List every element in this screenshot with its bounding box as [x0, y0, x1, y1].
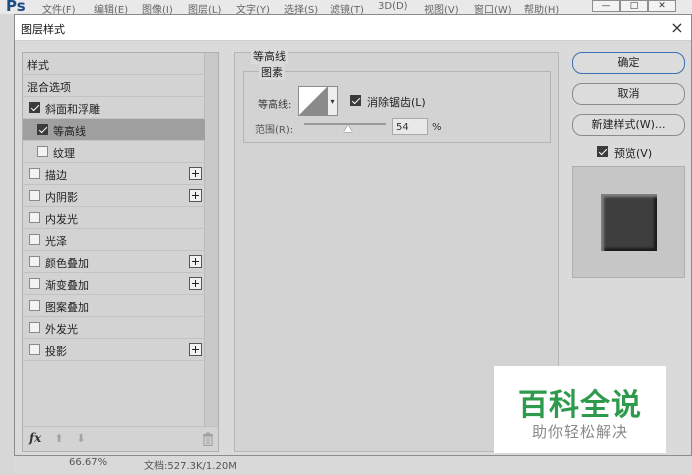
style-item-stroke[interactable]: 描边 — [23, 163, 205, 185]
range-slider-thumb[interactable] — [344, 125, 353, 132]
menu-image[interactable]: 图像(I) — [142, 1, 173, 14]
style-item-inner-glow[interactable]: 内发光 — [23, 207, 205, 229]
inner-shadow-checkbox[interactable] — [29, 190, 40, 201]
style-item-drop-shadow[interactable]: 投影 — [23, 339, 205, 361]
anti-alias-checkbox[interactable] — [350, 95, 361, 106]
add-stroke-button[interactable] — [189, 167, 202, 180]
gradient-overlay-checkbox[interactable] — [29, 278, 40, 289]
color-overlay-checkbox[interactable] — [29, 256, 40, 267]
styles-header[interactable]: 样式 — [23, 53, 205, 75]
blending-options-label: 混合选项 — [27, 81, 71, 94]
menu-select[interactable]: 选择(S) — [284, 1, 318, 14]
move-down-icon[interactable]: ⬇ — [75, 433, 87, 445]
move-up-icon[interactable]: ⬆ — [53, 433, 65, 445]
style-item-inner-shadow[interactable]: 内阴影 — [23, 185, 205, 207]
inner-glow-checkbox[interactable] — [29, 212, 40, 223]
minimize-icon[interactable]: — — [592, 0, 620, 12]
app-close-icon[interactable]: ✕ — [648, 0, 676, 12]
add-drop-shadow-button[interactable] — [189, 343, 202, 356]
style-item-label: 投影 — [45, 345, 67, 358]
style-item-texture[interactable]: 纹理 — [23, 141, 205, 163]
menu-bar: Ps 文件(F) 编辑(E) 图像(I) 图层(L) 文字(Y) 选择(S) 滤… — [0, 0, 692, 14]
pattern-overlay-checkbox[interactable] — [29, 300, 40, 311]
bevel-emboss-checkbox[interactable] — [29, 102, 40, 113]
menu-view[interactable]: 视图(V) — [424, 1, 459, 14]
watermark-subtitle: 助你轻松解决 — [531, 423, 628, 441]
dialog-title: 图层样式 — [21, 23, 65, 36]
outer-glow-checkbox[interactable] — [29, 322, 40, 333]
fx-icon[interactable]: fx — [29, 431, 41, 445]
style-item-label: 图案叠加 — [45, 301, 89, 314]
style-item-label: 内阴影 — [45, 191, 78, 204]
style-item-gradient-overlay[interactable]: 渐变叠加 — [23, 273, 205, 295]
menu-edit[interactable]: 编辑(E) — [94, 1, 128, 14]
drop-shadow-checkbox[interactable] — [29, 344, 40, 355]
menu-type[interactable]: 文字(Y) — [236, 1, 270, 14]
range-input[interactable] — [392, 118, 428, 135]
add-color-overlay-button[interactable] — [189, 255, 202, 268]
styles-list-panel: 样式 混合选项 斜面和浮雕 等高线 纹理 描边 内阴影 内发光 光泽 颜色叠加 — [22, 52, 219, 452]
contour-checkbox[interactable] — [37, 124, 48, 135]
menu-filter[interactable]: 滤镜(T) — [330, 1, 364, 14]
preview-checkbox[interactable] — [597, 146, 608, 157]
cancel-button[interactable]: 取消 — [572, 83, 685, 105]
style-item-color-overlay[interactable]: 颜色叠加 — [23, 251, 205, 273]
stroke-checkbox[interactable] — [29, 168, 40, 179]
contour-dropdown-button[interactable]: ▾ — [328, 86, 338, 116]
document-info: 文档:527.3K/1.20M — [144, 461, 237, 472]
blending-options-item[interactable]: 混合选项 — [23, 75, 205, 97]
zoom-level: 66.67% — [69, 457, 108, 468]
close-icon[interactable]: × — [667, 18, 687, 38]
watermark-title: 百科全说 — [518, 388, 642, 423]
ok-button[interactable]: 确定 — [572, 52, 685, 74]
style-item-satin[interactable]: 光泽 — [23, 229, 205, 251]
dialog-title-bar[interactable]: 图层样式 × — [15, 15, 691, 41]
contour-preview-picker[interactable] — [298, 86, 328, 116]
toolbar-strip — [0, 14, 14, 475]
range-unit: % — [432, 122, 442, 133]
style-item-label: 等高线 — [53, 125, 86, 138]
watermark: 百科全说 助你轻松解决 — [494, 366, 666, 453]
anti-alias-label: 消除锯齿(L) — [367, 96, 426, 109]
menu-layer[interactable]: 图层(L) — [188, 1, 221, 14]
list-scrollbar[interactable] — [204, 53, 218, 426]
style-item-label: 纹理 — [53, 147, 75, 160]
menu-file[interactable]: 文件(F) — [42, 1, 76, 14]
style-item-label: 颜色叠加 — [45, 257, 89, 270]
preview-label: 预览(V) — [614, 147, 653, 160]
texture-checkbox[interactable] — [37, 146, 48, 157]
contour-curve-icon — [299, 87, 327, 115]
add-inner-shadow-button[interactable] — [189, 189, 202, 202]
menu-window[interactable]: 窗口(W) — [474, 1, 512, 14]
menu-help[interactable]: 帮助(H) — [524, 1, 559, 14]
section-title: 等高线 — [251, 48, 288, 64]
satin-checkbox[interactable] — [29, 234, 40, 245]
style-item-bevel-emboss[interactable]: 斜面和浮雕 — [23, 97, 205, 119]
style-preview-swatch — [601, 194, 657, 251]
maximize-icon[interactable]: □ — [620, 0, 648, 12]
trash-icon[interactable] — [202, 432, 214, 446]
menu-3d[interactable]: 3D(D) — [378, 1, 408, 12]
style-item-label: 外发光 — [45, 323, 78, 336]
add-gradient-overlay-button[interactable] — [189, 277, 202, 290]
style-item-label: 渐变叠加 — [45, 279, 89, 292]
style-item-pattern-overlay[interactable]: 图案叠加 — [23, 295, 205, 317]
new-style-button[interactable]: 新建样式(W)... — [572, 114, 685, 136]
style-item-outer-glow[interactable]: 外发光 — [23, 317, 205, 339]
contour-label: 等高线: — [258, 100, 292, 111]
style-item-contour[interactable]: 等高线 — [23, 119, 205, 141]
photoshop-logo: Ps — [6, 0, 26, 14]
range-label: 范围(R): — [255, 125, 294, 136]
style-item-label: 光泽 — [45, 235, 67, 248]
style-item-label: 内发光 — [45, 213, 78, 226]
styles-header-label: 样式 — [27, 59, 49, 72]
style-item-label: 描边 — [45, 169, 67, 182]
elements-group-title: 图素 — [259, 64, 285, 80]
styles-panel-footer: fx ⬆ ⬇ — [23, 426, 218, 451]
style-item-label: 斜面和浮雕 — [45, 103, 100, 116]
